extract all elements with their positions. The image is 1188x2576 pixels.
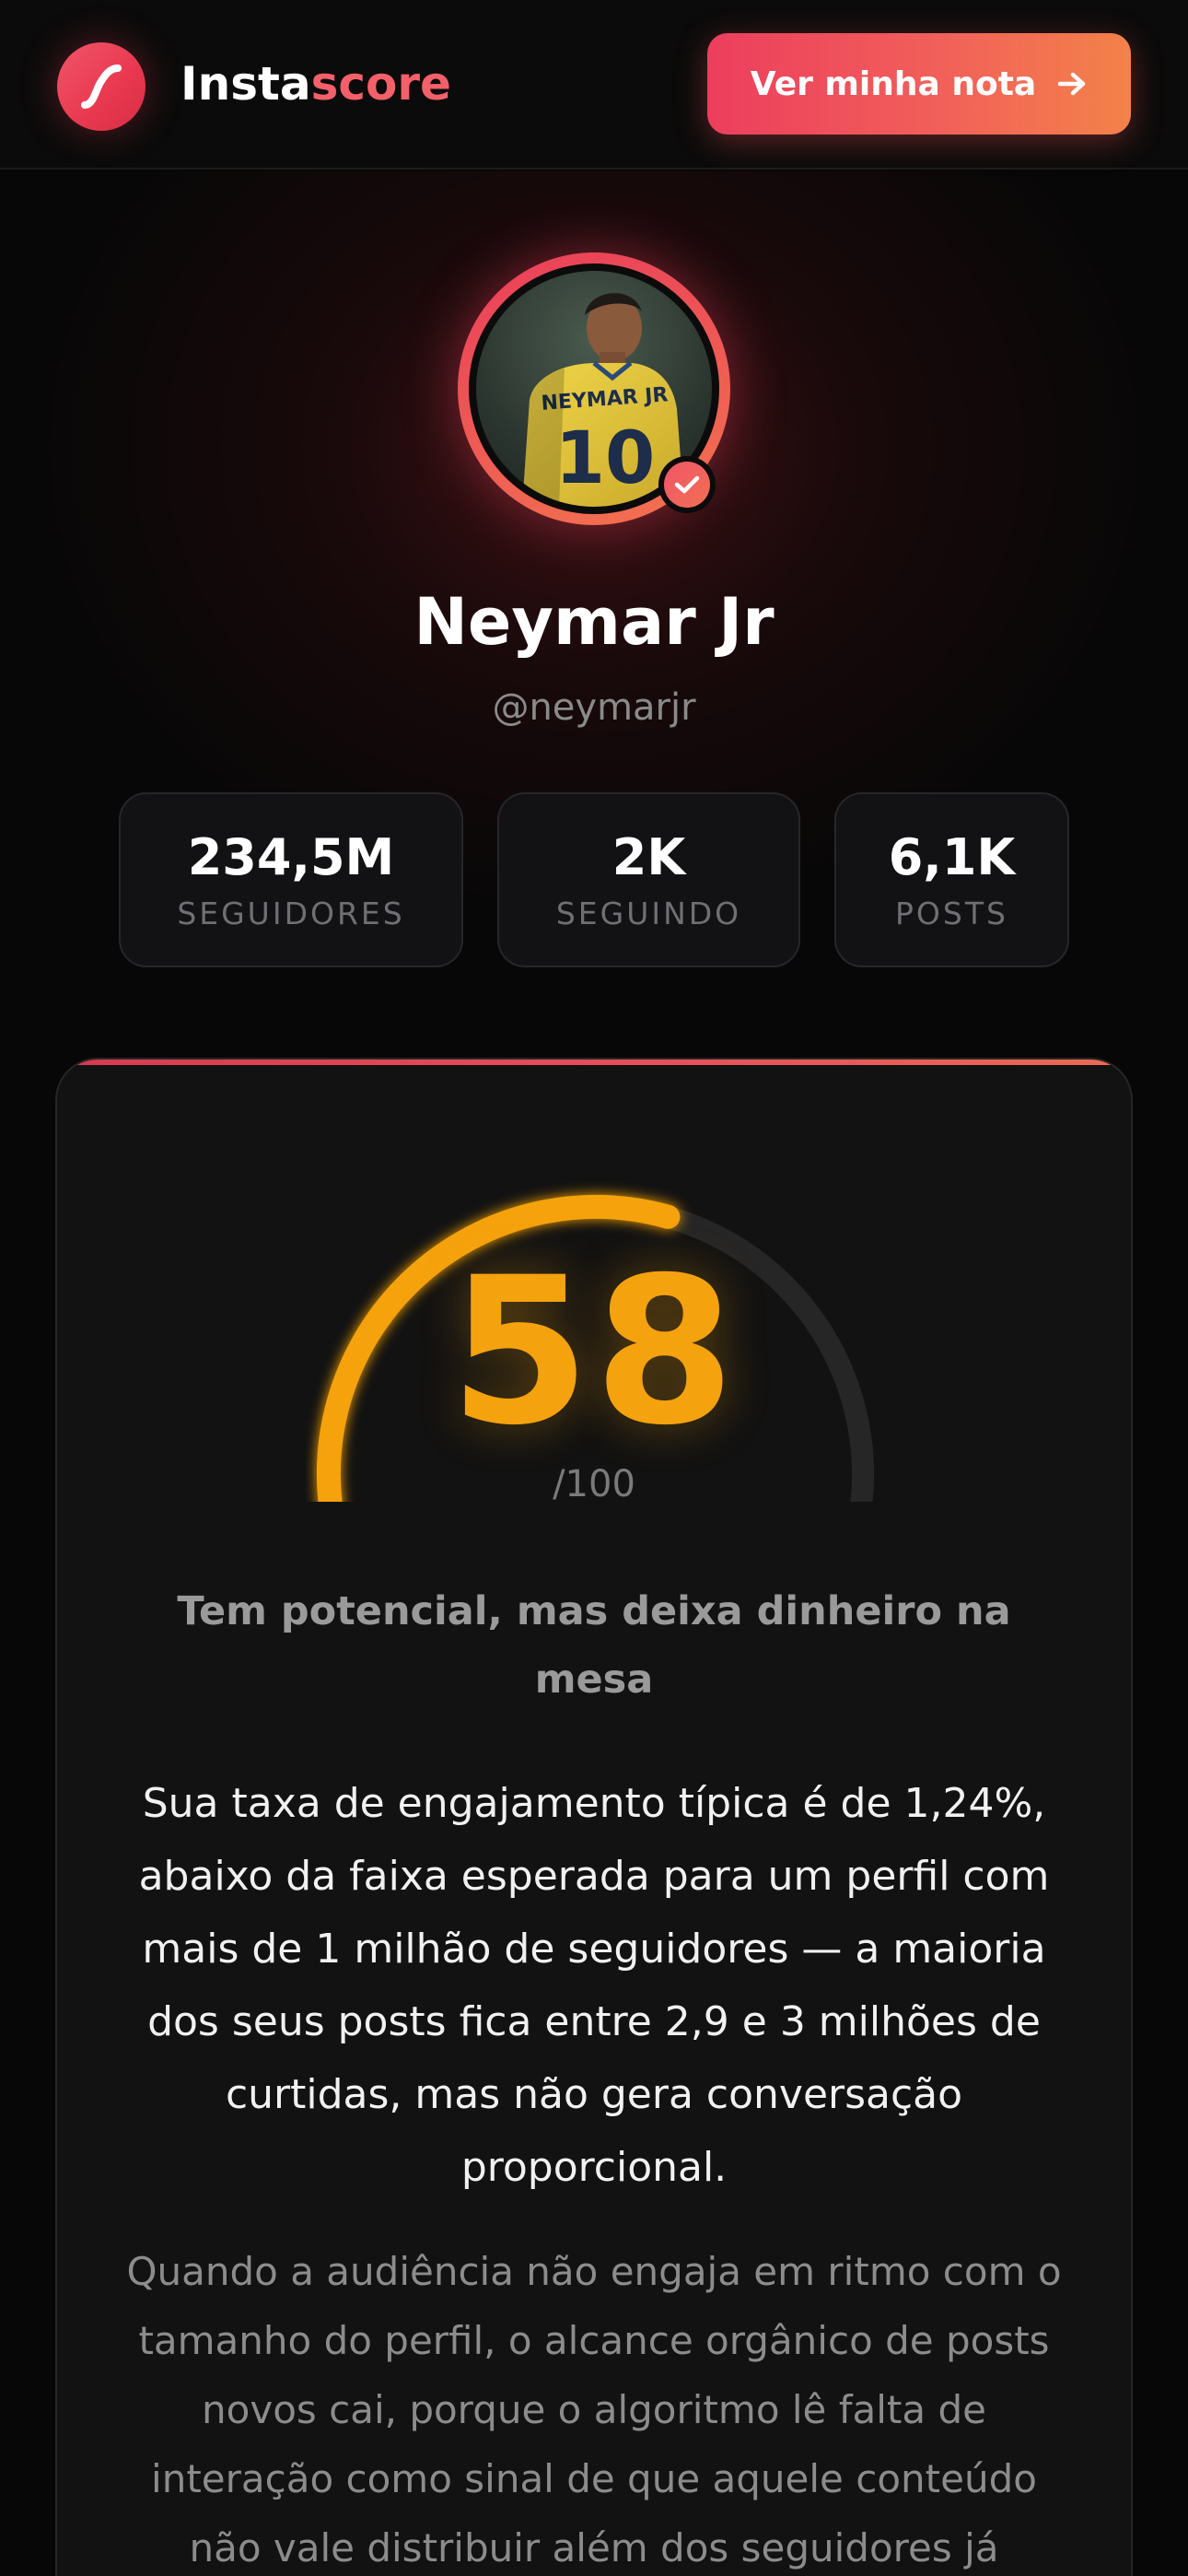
brand-part-1: Insta bbox=[181, 57, 311, 111]
stat-value: 2K bbox=[611, 828, 686, 886]
card-accent-line bbox=[57, 1060, 1131, 1065]
s-curve-logo-icon[interactable] bbox=[57, 42, 146, 131]
jersey-number-text: 10 bbox=[555, 417, 656, 500]
explanation-paragraph: Quando a audiência não engaja em ritmo c… bbox=[126, 2249, 1062, 2570]
score-denominator: /100 bbox=[553, 1463, 635, 1505]
stat-label: SEGUINDO bbox=[555, 896, 742, 931]
profile-handle: @neymarjr bbox=[492, 686, 696, 729]
top-bar: Instascore Ver minha nota bbox=[0, 0, 1188, 170]
stat-following: 2K SEGUINDO bbox=[497, 792, 800, 967]
analysis-paragraph: Sua taxa de engajamento típica é de 1,24… bbox=[138, 1780, 1050, 2191]
score-verdict: Tem potencial, mas deixa dinheiro na mes… bbox=[177, 1588, 1011, 1703]
see-my-score-button[interactable]: Ver minha nota bbox=[707, 33, 1131, 135]
stat-label: POSTS bbox=[895, 896, 1008, 931]
profile-name: Neymar Jr bbox=[413, 584, 775, 660]
see-my-score-label: Ver minha nota bbox=[750, 64, 1037, 103]
arrow-right-icon bbox=[1056, 70, 1088, 98]
score-value: 58 bbox=[448, 1234, 740, 1469]
stat-value: 234,5M bbox=[187, 828, 395, 886]
stat-followers: 234,5M SEGUIDORES bbox=[119, 792, 463, 967]
verified-badge bbox=[658, 456, 716, 513]
check-icon bbox=[664, 462, 710, 508]
page: Instascore Ver minha nota NEYMAR JR 10 N… bbox=[0, 0, 1188, 2576]
stat-value: 6,1K bbox=[888, 828, 1016, 886]
stat-posts: 6,1K POSTS bbox=[834, 792, 1069, 967]
stat-label: SEGUIDORES bbox=[177, 896, 405, 931]
brand-wordmark[interactable]: Instascore bbox=[181, 52, 451, 116]
brand-part-2: score bbox=[310, 57, 451, 111]
